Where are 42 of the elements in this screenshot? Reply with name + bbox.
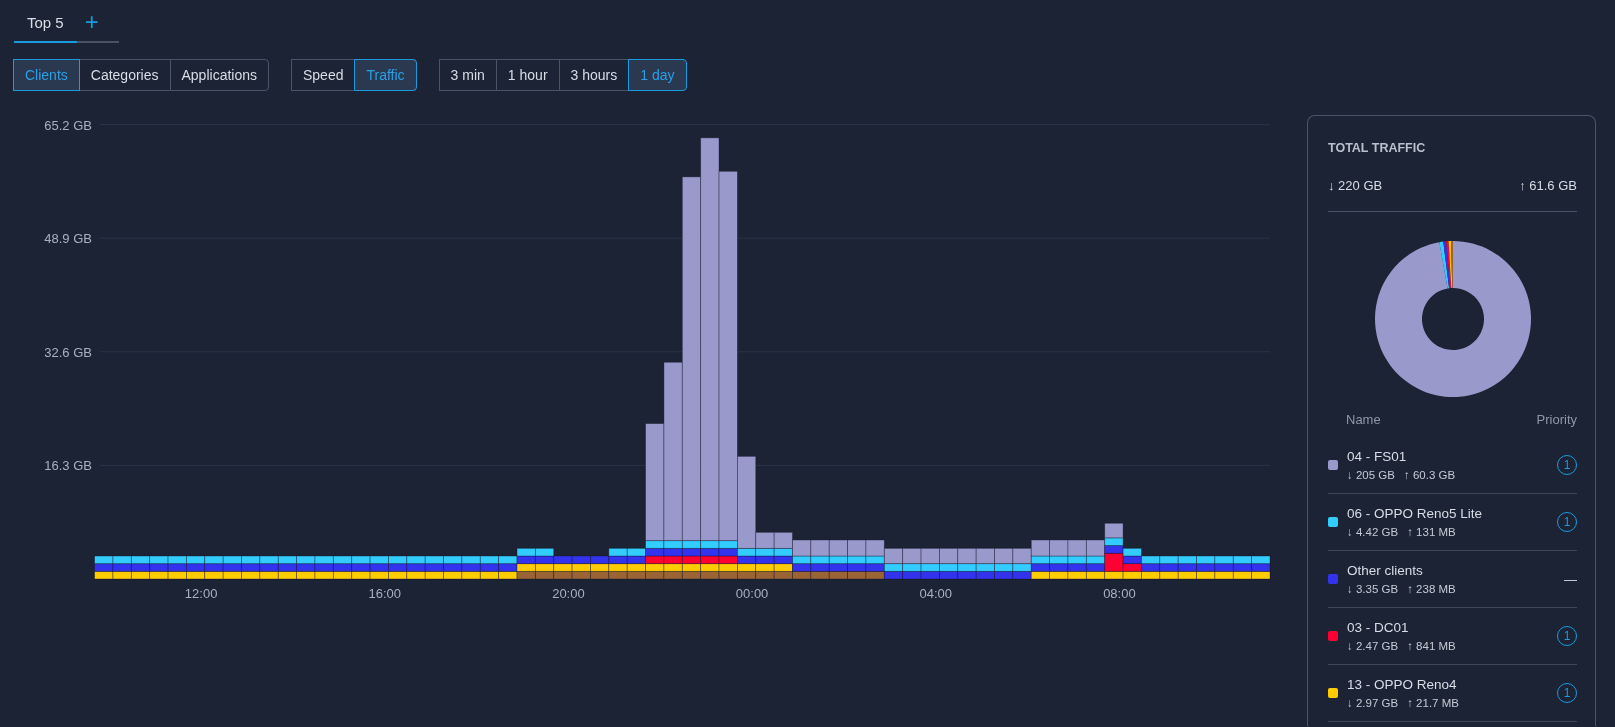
filter-button[interactable]: 1 hour [495, 59, 560, 91]
add-tab-button[interactable]: + [76, 9, 107, 40]
total-download: ↓ 220 GB [1328, 178, 1383, 193]
column-header: Name [1346, 412, 1381, 427]
download-amount: ↓ 2.97 GB [1347, 697, 1399, 709]
download-amount: ↓ 4.42 GB [1347, 526, 1399, 538]
axis-label: 08:00 [1103, 586, 1136, 601]
download-amount: ↓ 3.35 GB [1347, 583, 1399, 595]
axis-label: 65.2 GB [44, 117, 92, 133]
axis-label: 04:00 [919, 586, 952, 601]
filter-button[interactable]: 1 day [628, 59, 687, 91]
filter-button[interactable]: Clients [13, 59, 80, 91]
upload-amount: ↑ 238 MB [1407, 583, 1456, 595]
client-name: 13 - OPPO Reno4 [1347, 677, 1457, 692]
filter-button[interactable]: Categories [78, 59, 171, 91]
upload-amount: ↑ 841 MB [1407, 640, 1456, 652]
upload-amount: ↑ 131 MB [1407, 526, 1456, 538]
filter-button[interactable]: Traffic [354, 59, 417, 91]
download-amount: ↓ 2.47 GB [1347, 640, 1399, 652]
axis-label: 20:00 [552, 586, 585, 601]
column-header: Priority [1536, 412, 1577, 427]
upload-amount: ↑ 60.3 GB [1403, 469, 1456, 481]
panel-title: TOTAL TRAFFIC [1328, 141, 1426, 155]
axis-label: 48.9 GB [44, 231, 92, 247]
filter-button[interactable]: 3 hours [558, 59, 630, 91]
axis-label: 16.3 GB [44, 458, 92, 474]
filter-button[interactable]: 3 min [438, 59, 497, 91]
filter-button[interactable]: Applications [169, 59, 269, 91]
priority-value: — [1564, 571, 1577, 587]
tab[interactable]: Top 5 [14, 8, 77, 43]
axis-label: 32.6 GB [44, 344, 92, 360]
total-upload: ↑ 61.6 GB [1519, 178, 1577, 193]
axis-label: 00:00 [735, 586, 769, 601]
client-name: 03 - DC01 [1347, 620, 1409, 635]
axis-label: 16:00 [368, 586, 402, 601]
axis-label: 12:00 [184, 586, 218, 601]
client-name: 04 - FS01 [1347, 449, 1407, 464]
download-amount: ↓ 205 GB [1347, 469, 1395, 481]
filter-button[interactable]: Speed [291, 59, 356, 91]
client-name: Other clients [1347, 563, 1423, 578]
client-name: 06 - OPPO Reno5 Lite [1347, 506, 1483, 521]
upload-amount: ↑ 21.7 MB [1407, 697, 1459, 709]
